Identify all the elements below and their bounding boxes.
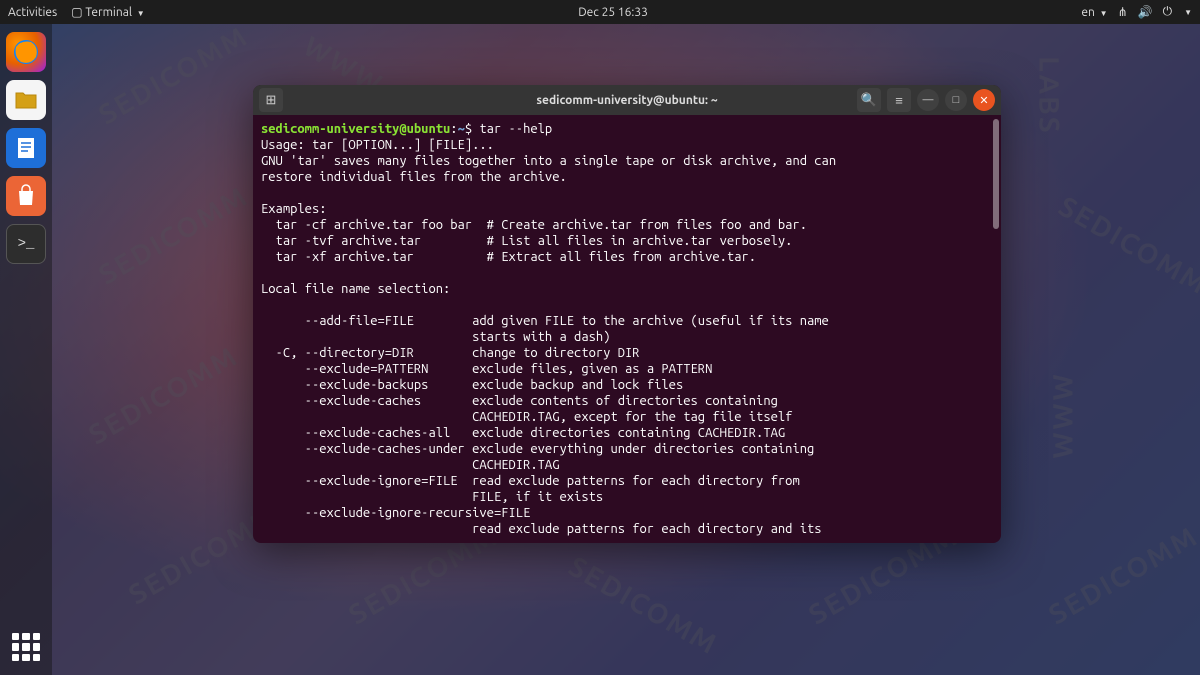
terminal-menu[interactable]: ▢ Terminal ▼ <box>71 5 144 19</box>
clock[interactable]: Dec 25 16:33 <box>145 6 1082 19</box>
network-icon[interactable]: ⋔ <box>1118 5 1128 19</box>
chevron-down-icon: ▼ <box>1184 8 1192 17</box>
language-label: en <box>1081 6 1094 19</box>
dock: >_ <box>0 24 52 675</box>
dock-firefox[interactable] <box>6 32 46 72</box>
minimize-button[interactable]: ― <box>917 89 939 111</box>
maximize-button[interactable]: □ <box>945 89 967 111</box>
close-icon: ✕ <box>979 94 988 107</box>
watermark: LABS <box>1034 56 1065 134</box>
command-text: tar --help <box>479 122 552 136</box>
language-indicator[interactable]: en ▼ <box>1081 6 1107 19</box>
command-output: Usage: tar [OPTION...] [FILE]... GNU 'ta… <box>261 138 836 536</box>
close-button[interactable]: ✕ <box>973 89 995 111</box>
new-tab-button[interactable]: ⊞ <box>259 88 283 112</box>
top-bar: Activities ▢ Terminal ▼ Dec 25 16:33 en … <box>0 0 1200 24</box>
prompt-user-host: sedicomm-university@ubuntu <box>261 122 450 136</box>
chevron-down-icon: ▼ <box>1100 9 1108 18</box>
firefox-icon <box>11 37 41 67</box>
shopping-bag-icon <box>13 183 39 209</box>
window-title: sedicomm-university@ubuntu: ~ <box>536 94 717 107</box>
search-icon: 🔍 <box>861 93 877 108</box>
hamburger-icon: ≡ <box>895 93 903 108</box>
volume-icon[interactable]: 🔊 <box>1138 5 1153 19</box>
terminal-menu-label: Terminal <box>85 6 132 19</box>
window-titlebar[interactable]: ⊞ sedicomm-university@ubuntu: ~ 🔍 ≡ ― □ … <box>253 85 1001 115</box>
minimize-icon: ― <box>923 94 934 106</box>
show-applications-button[interactable] <box>10 631 42 663</box>
folder-icon <box>13 87 39 113</box>
dock-files[interactable] <box>6 80 46 120</box>
terminal-window: ⊞ sedicomm-university@ubuntu: ~ 🔍 ≡ ― □ … <box>253 85 1001 543</box>
dock-libreoffice-writer[interactable] <box>6 128 46 168</box>
scrollbar-thumb[interactable] <box>993 119 999 229</box>
terminal-output[interactable]: sedicomm-university@ubuntu:~$ tar --help… <box>253 115 1001 543</box>
prompt-symbol: $ <box>465 122 480 136</box>
hamburger-menu-button[interactable]: ≡ <box>887 88 911 112</box>
search-button[interactable]: 🔍 <box>857 88 881 112</box>
activities-button[interactable]: Activities <box>8 6 57 19</box>
document-icon <box>13 135 39 161</box>
watermark: WWW <box>1048 372 1079 458</box>
terminal-prompt-icon: >_ <box>18 236 35 252</box>
dock-terminal[interactable]: >_ <box>6 224 46 264</box>
prompt-separator: : <box>450 122 457 136</box>
chevron-down-icon: ▼ <box>137 9 145 18</box>
maximize-icon: □ <box>953 94 960 106</box>
plus-tab-icon: ⊞ <box>266 93 277 108</box>
terminal-icon: ▢ <box>71 5 82 19</box>
power-icon[interactable]: ⏻ <box>1163 5 1173 19</box>
dock-ubuntu-software[interactable] <box>6 176 46 216</box>
prompt-path: ~ <box>458 122 465 136</box>
